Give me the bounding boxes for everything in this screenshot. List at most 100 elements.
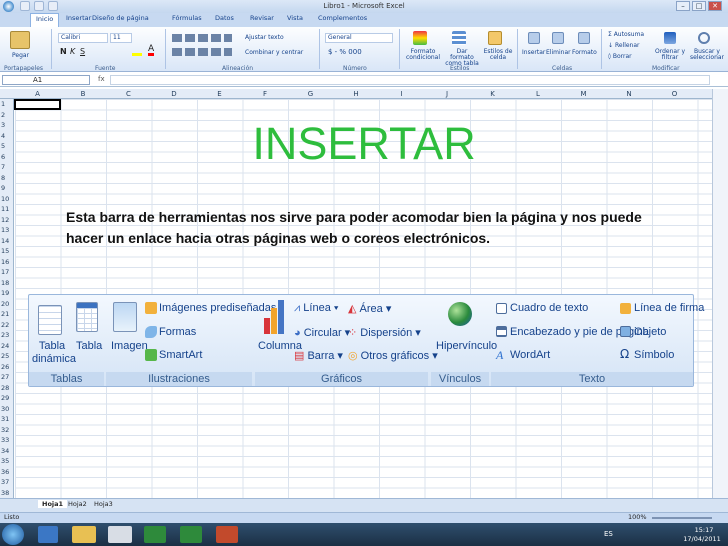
object-icon[interactable] <box>620 326 631 337</box>
row-header[interactable]: 28 <box>1 384 9 392</box>
font-color-icon[interactable]: A <box>148 45 155 56</box>
sheet-tab-hoja3[interactable]: Hoja3 <box>90 500 117 508</box>
row-header[interactable]: 16 <box>1 258 9 266</box>
column-header[interactable]: N <box>607 90 652 98</box>
sheet-tab-hoja2[interactable]: Hoja2 <box>64 500 91 508</box>
taskbar-excel2-icon[interactable] <box>180 526 202 543</box>
object-label[interactable]: Objeto <box>634 326 666 338</box>
bold-icon[interactable]: N <box>60 47 67 56</box>
textbox-icon[interactable] <box>496 303 507 314</box>
zoom-slider[interactable] <box>652 517 712 519</box>
signature-line-icon[interactable] <box>620 303 631 314</box>
row-header[interactable]: 10 <box>1 195 9 203</box>
tab-complementos[interactable]: Complementos <box>318 14 367 22</box>
find-select-label[interactable]: Buscar y seleccionar <box>688 49 726 61</box>
row-header[interactable]: 25 <box>1 352 9 360</box>
conditional-format-icon[interactable] <box>413 31 427 45</box>
pivot-table-label[interactable]: Tabla dinámica <box>32 340 76 366</box>
language-indicator[interactable]: ES <box>604 530 613 538</box>
delete-cells-icon[interactable] <box>552 32 564 44</box>
start-button[interactable] <box>2 524 24 545</box>
row-header[interactable]: 1 <box>1 100 5 108</box>
formula-input[interactable] <box>110 75 710 85</box>
signature-line-label[interactable]: Línea de firma <box>634 302 704 314</box>
table-format-icon[interactable] <box>452 31 466 45</box>
find-select-icon[interactable] <box>698 32 710 44</box>
row-header[interactable]: 17 <box>1 268 9 276</box>
column-header[interactable]: M <box>561 90 606 98</box>
other-charts-button[interactable]: ◎ Otros gráficos ▾ <box>348 349 438 362</box>
header-footer-icon[interactable] <box>496 326 507 337</box>
row-header[interactable]: 35 <box>1 457 9 465</box>
pivot-table-icon[interactable] <box>38 305 62 335</box>
clipart-label[interactable]: Imágenes prediseñadas <box>159 302 276 314</box>
column-header[interactable]: F <box>243 90 288 98</box>
image-icon[interactable] <box>113 302 137 332</box>
name-box[interactable]: A1 <box>2 75 90 85</box>
row-header[interactable]: 37 <box>1 478 9 486</box>
row-header[interactable]: 30 <box>1 405 9 413</box>
row-header[interactable]: 24 <box>1 342 9 350</box>
row-header[interactable]: 12 <box>1 216 9 224</box>
insert-cells-icon[interactable] <box>528 32 540 44</box>
taskbar-ie-icon[interactable] <box>38 526 58 543</box>
scatter-chart-button[interactable]: ⁘ Dispersión ▾ <box>348 326 421 339</box>
sort-filter-icon[interactable] <box>664 32 676 44</box>
number-symbols[interactable]: $ - % 000 <box>328 48 362 56</box>
taskbar-powerpoint-icon[interactable] <box>216 526 238 543</box>
row-header[interactable]: 20 <box>1 300 9 308</box>
maximize-button[interactable]: □ <box>692 1 706 11</box>
font-size-select[interactable]: 11 <box>110 33 132 43</box>
row-header[interactable]: 23 <box>1 331 9 339</box>
row-header[interactable]: 29 <box>1 394 9 402</box>
table-icon[interactable] <box>76 302 98 332</box>
row-header[interactable]: 11 <box>1 205 9 213</box>
symbol-label[interactable]: Símbolo <box>634 349 674 361</box>
align-horizontal-icons[interactable] <box>172 48 232 56</box>
row-header[interactable]: 8 <box>1 174 5 182</box>
tab-formulas[interactable]: Fórmulas <box>172 14 202 22</box>
hyperlink-icon[interactable] <box>448 302 472 326</box>
row-header[interactable]: 18 <box>1 279 9 287</box>
column-header[interactable]: D <box>152 90 197 98</box>
cell-styles-label[interactable]: Estilos de celda <box>482 49 514 61</box>
image-label[interactable]: Imagen <box>111 340 148 352</box>
smartart-label[interactable]: SmartArt <box>159 349 202 361</box>
row-header[interactable]: 15 <box>1 247 9 255</box>
column-header[interactable]: L <box>516 90 561 98</box>
wrap-text-button[interactable]: Ajustar texto <box>245 34 284 41</box>
row-header[interactable]: 19 <box>1 289 9 297</box>
row-header[interactable]: 14 <box>1 237 9 245</box>
wordart-label[interactable]: WordArt <box>510 349 550 361</box>
row-header[interactable]: 38 <box>1 489 9 497</box>
table-label[interactable]: Tabla <box>76 340 102 352</box>
insert-cells-label[interactable]: Insertar <box>522 49 545 56</box>
tab-diseno[interactable]: Diseño de página <box>92 14 149 22</box>
symbol-icon[interactable]: Ω <box>620 347 629 361</box>
font-name-select[interactable]: Calibri <box>58 33 108 43</box>
delete-cells-label[interactable]: Eliminar <box>546 49 571 56</box>
tab-vista[interactable]: Vista <box>287 14 303 22</box>
sheet-tab-hoja1[interactable]: Hoja1 <box>38 500 68 508</box>
tab-revisar[interactable]: Revisar <box>250 14 274 22</box>
cell-styles-icon[interactable] <box>488 31 502 45</box>
tab-datos[interactable]: Datos <box>215 14 234 22</box>
format-cells-label[interactable]: Formato <box>572 49 597 56</box>
row-header[interactable]: 26 <box>1 363 9 371</box>
conditional-format-label[interactable]: Formato condicional <box>403 49 443 61</box>
column-header[interactable]: K <box>470 90 515 98</box>
column-header[interactable]: G <box>288 90 333 98</box>
bar-chart-button[interactable]: ▤ Barra ▾ <box>294 349 343 362</box>
align-top-icons[interactable] <box>172 34 232 42</box>
underline-icon[interactable]: S <box>80 47 85 56</box>
column-header[interactable]: O <box>652 90 697 98</box>
column-header[interactable]: B <box>61 90 106 98</box>
active-cell[interactable] <box>14 99 61 110</box>
column-header[interactable]: J <box>425 90 470 98</box>
tab-insertar[interactable]: Insertar <box>66 14 91 22</box>
fill-button[interactable]: ↓ Rellenar <box>608 42 640 49</box>
fill-color-icon[interactable] <box>132 46 142 56</box>
row-header[interactable]: 22 <box>1 321 9 329</box>
italic-icon[interactable]: K <box>70 47 75 56</box>
pie-chart-button[interactable]: ◕ Circular ▾ <box>294 326 350 339</box>
